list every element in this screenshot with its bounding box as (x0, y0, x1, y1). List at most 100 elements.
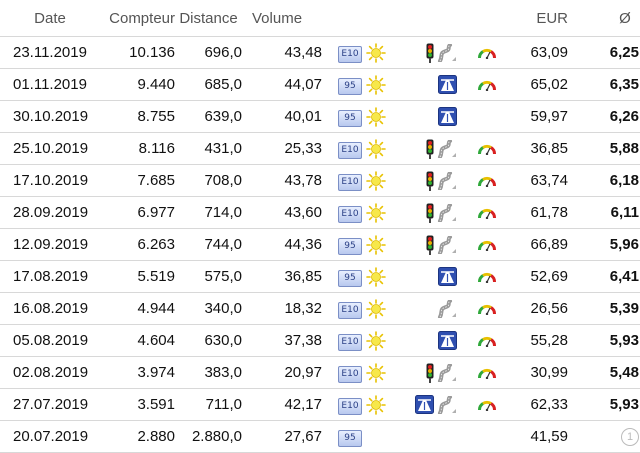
fuel-log: Date Compteur Distance Volume EUR Ø 23.1… (0, 0, 640, 453)
cell-driving-style (457, 260, 517, 293)
cell-eur: 26,56 (517, 292, 568, 325)
gauge-icon (478, 368, 496, 380)
gauge-icon (478, 400, 496, 412)
cell-counter: 8.116 (100, 132, 175, 165)
sun-icon (366, 42, 386, 63)
cell-weather (364, 228, 404, 261)
cell-distance: 708,0 (175, 164, 242, 197)
cell-eur: 30,99 (517, 356, 568, 389)
sun-icon (366, 362, 386, 383)
first-entry-badge: 1 (621, 428, 639, 446)
table-row[interactable]: 25.10.2019 8.116 431,0 25,33 E10 36,85 5,88 (0, 132, 640, 165)
sun-icon (366, 298, 386, 319)
cell-weather (364, 68, 404, 101)
country-road-icon (438, 363, 456, 382)
cell-avg-consumption: 6,35 (568, 68, 640, 101)
header-style (457, 0, 517, 37)
country-road-icon (438, 235, 456, 254)
table-row[interactable]: 23.11.2019 10.136 696,0 43,48 E10 63,09 6,25 (0, 36, 640, 69)
table-row[interactable]: 30.10.2019 8.755 639,0 40,01 95 59,97 6,26 (0, 100, 640, 133)
cell-date: 17.08.2019 (0, 260, 100, 293)
table-row[interactable]: 02.08.2019 3.974 383,0 20,97 E10 30,99 5,48 (0, 356, 640, 389)
table-row[interactable]: 17.08.2019 5.519 575,0 36,85 95 52,69 6,41 (0, 260, 640, 293)
cell-driving-style (457, 292, 517, 325)
table-row[interactable]: 27.07.2019 3.591 711,0 42,17 E10 62,33 5,93 (0, 388, 640, 421)
cell-counter: 7.685 (100, 164, 175, 197)
cell-road (404, 68, 457, 101)
fuel-type-badge: 95 (338, 77, 362, 95)
cell-fuel: E10 (322, 388, 364, 421)
cell-distance: 630,0 (175, 324, 242, 357)
cell-driving-style (457, 164, 517, 197)
cell-avg-consumption: 5,96 (568, 228, 640, 261)
cell-volume: 43,78 (242, 164, 322, 197)
cell-driving-style (457, 388, 517, 421)
cell-driving-style (457, 356, 517, 389)
traffic-light-icon (426, 139, 434, 159)
fuel-type-badge: E10 (338, 365, 362, 383)
cell-volume: 36,85 (242, 260, 322, 293)
cell-date: 25.10.2019 (0, 132, 100, 165)
cell-volume: 18,32 (242, 292, 322, 325)
cell-road (404, 356, 457, 389)
gauge-icon (478, 176, 496, 188)
cell-date: 27.07.2019 (0, 388, 100, 421)
sun-icon (366, 74, 386, 95)
cell-counter: 4.604 (100, 324, 175, 357)
table-row[interactable]: 12.09.2019 6.263 744,0 44,36 95 66,89 5,96 (0, 228, 640, 261)
gauge-icon (478, 336, 496, 348)
cell-counter: 6.263 (100, 228, 175, 261)
header-fuel (322, 0, 364, 37)
cell-weather (364, 100, 404, 133)
cell-road (404, 228, 457, 261)
traffic-light-icon (426, 363, 434, 383)
header-volume[interactable]: Volume (242, 0, 322, 37)
cell-volume: 44,07 (242, 68, 322, 101)
cell-eur: 66,89 (517, 228, 568, 261)
cell-distance: 340,0 (175, 292, 242, 325)
cell-weather (364, 196, 404, 229)
cell-fuel: E10 (322, 292, 364, 325)
cell-date: 16.08.2019 (0, 292, 100, 325)
traffic-light-icon (426, 43, 434, 63)
sun-icon (366, 170, 386, 191)
cell-date: 05.08.2019 (0, 324, 100, 357)
fuel-type-badge: E10 (338, 333, 362, 351)
cell-fuel: E10 (322, 196, 364, 229)
table-row[interactable]: 01.11.2019 9.440 685,0 44,07 95 65,02 6,35 (0, 68, 640, 101)
cell-date: 17.10.2019 (0, 164, 100, 197)
cell-road (404, 132, 457, 165)
highway-icon (438, 107, 457, 126)
cell-fuel: E10 (322, 164, 364, 197)
cell-distance: 711,0 (175, 388, 242, 421)
gauge-icon (478, 272, 496, 284)
cell-distance: 696,0 (175, 36, 242, 69)
fuel-type-badge: E10 (338, 173, 362, 191)
table-row[interactable]: 16.08.2019 4.944 340,0 18,32 E10 26,56 5,39 (0, 292, 640, 325)
cell-eur: 59,97 (517, 100, 568, 133)
table-row[interactable]: 05.08.2019 4.604 630,0 37,38 E10 55,28 5,93 (0, 324, 640, 357)
gauge-icon (478, 80, 496, 92)
cell-volume: 43,48 (242, 36, 322, 69)
fuel-type-badge: 95 (338, 269, 362, 287)
sun-icon (366, 234, 386, 255)
traffic-light-icon (426, 171, 434, 191)
cell-eur: 61,78 (517, 196, 568, 229)
cell-counter: 5.519 (100, 260, 175, 293)
header-avg[interactable]: Ø (568, 0, 640, 37)
table-row[interactable]: 28.09.2019 6.977 714,0 43,60 E10 61,78 6,11 (0, 196, 640, 229)
cell-avg-consumption: 6,41 (568, 260, 640, 293)
header-eur[interactable]: EUR (517, 0, 568, 37)
table-row[interactable]: 17.10.2019 7.685 708,0 43,78 E10 63,74 6,18 (0, 164, 640, 197)
fuel-type-badge: 95 (338, 109, 362, 127)
cell-road (404, 164, 457, 197)
header-counter[interactable]: Compteur (100, 0, 175, 37)
fuel-type-badge: 95 (338, 237, 362, 255)
header-date[interactable]: Date (0, 0, 100, 37)
cell-driving-style (457, 324, 517, 357)
cell-volume: 20,97 (242, 356, 322, 389)
cell-weather (364, 132, 404, 165)
header-road (404, 0, 457, 37)
header-distance[interactable]: Distance (175, 0, 242, 37)
cell-counter: 6.977 (100, 196, 175, 229)
